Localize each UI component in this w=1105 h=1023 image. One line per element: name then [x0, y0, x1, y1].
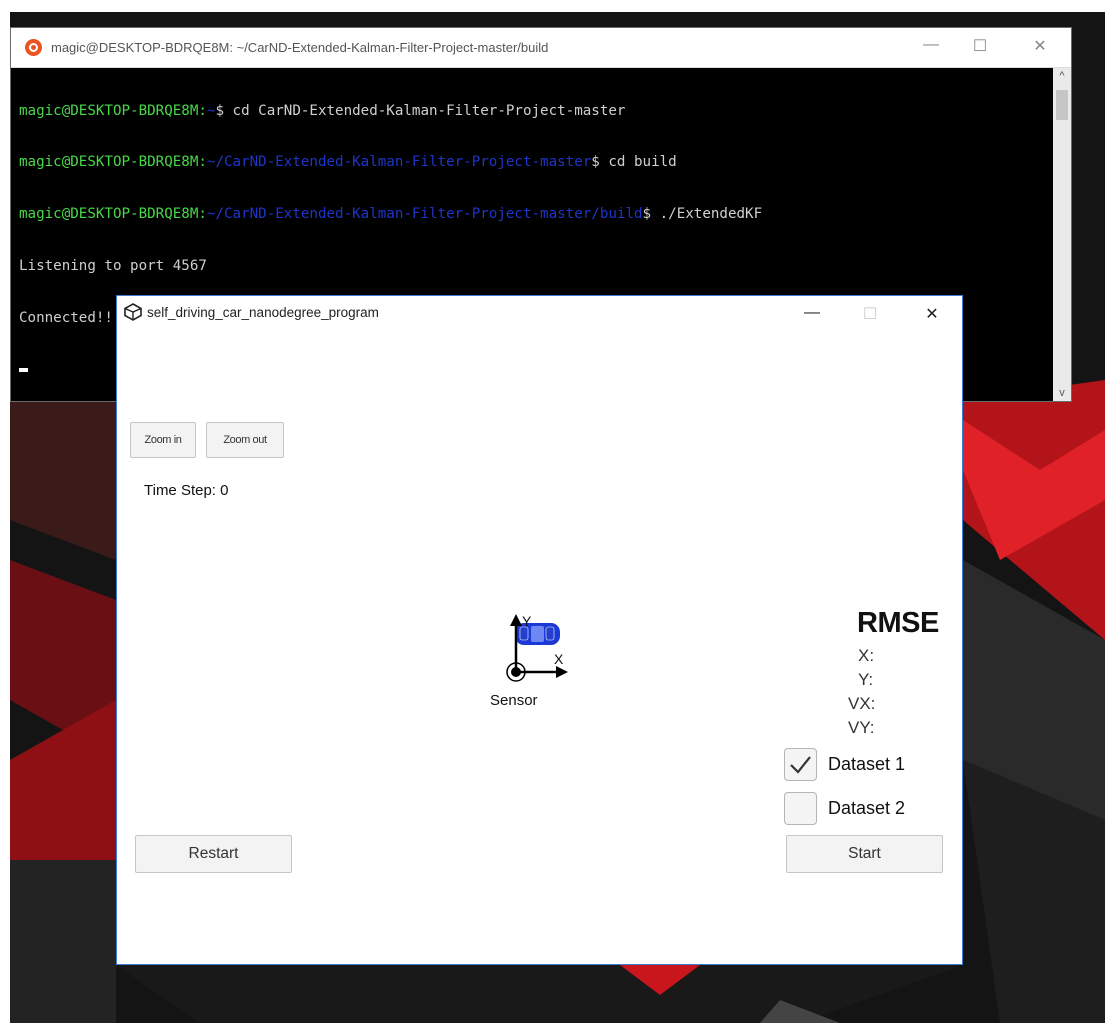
terminal-scrollbar[interactable]: ^ v	[1053, 68, 1071, 401]
rmse-vy-label: VY:	[848, 718, 875, 737]
scroll-down-icon[interactable]: v	[1053, 387, 1071, 399]
dataset2-label[interactable]: Dataset 2	[828, 798, 905, 819]
sensor-label: Sensor	[490, 692, 538, 709]
sensor-car-view: Y X	[506, 614, 568, 682]
minimize-button[interactable]: —	[797, 304, 827, 322]
dataset1-checkbox[interactable]	[784, 748, 817, 781]
terminal-titlebar[interactable]: magic@DESKTOP-BDRQE8M: ~/CarND-Extended-…	[11, 28, 1071, 68]
x-axis-label: X	[554, 651, 564, 667]
rmse-title: RMSE	[857, 607, 939, 639]
rmse-vx-label: VX:	[848, 694, 876, 713]
y-axis-label: Y	[522, 614, 532, 629]
restart-button[interactable]: Restart	[135, 835, 292, 873]
zoom-out-button[interactable]: Zoom out	[206, 422, 284, 458]
unity-app-icon	[124, 303, 142, 321]
checkmark-icon	[790, 756, 811, 774]
simulator-title: self_driving_car_nanodegree_program	[147, 305, 379, 320]
start-button[interactable]: Start	[786, 835, 943, 873]
terminal-title: magic@DESKTOP-BDRQE8M: ~/CarND-Extended-…	[51, 40, 549, 55]
maximize-button[interactable]: ☐	[965, 36, 995, 56]
zoom-in-button[interactable]: Zoom in	[130, 422, 196, 458]
scroll-thumb[interactable]	[1056, 90, 1068, 120]
dataset2-checkbox[interactable]	[784, 792, 817, 825]
rmse-x-label: X:	[858, 646, 875, 665]
terminal-line: magic@DESKTOP-BDRQE8M:~$ cd CarND-Extend…	[19, 102, 626, 119]
simulator-window: self_driving_car_nanodegree_program — ☐ …	[116, 295, 963, 965]
dataset1-label[interactable]: Dataset 1	[828, 754, 905, 775]
maximize-button: ☐	[862, 306, 878, 323]
terminal-line: magic@DESKTOP-BDRQE8M:~/CarND-Extended-K…	[19, 206, 763, 223]
time-step-label: Time Step: 0	[144, 482, 229, 499]
minimize-button[interactable]: —	[916, 36, 946, 54]
simulator-titlebar[interactable]: self_driving_car_nanodegree_program — ☐ …	[117, 296, 962, 330]
terminal-line: Listening to port 4567	[19, 258, 207, 275]
close-button[interactable]: ✕	[1025, 36, 1055, 56]
rmse-y-label: Y:	[858, 670, 874, 689]
terminal-line: magic@DESKTOP-BDRQE8M:~/CarND-Extended-K…	[19, 154, 677, 171]
close-button[interactable]: ✕	[917, 304, 947, 324]
scroll-up-icon[interactable]: ^	[1053, 70, 1071, 82]
ubuntu-icon	[25, 39, 42, 56]
